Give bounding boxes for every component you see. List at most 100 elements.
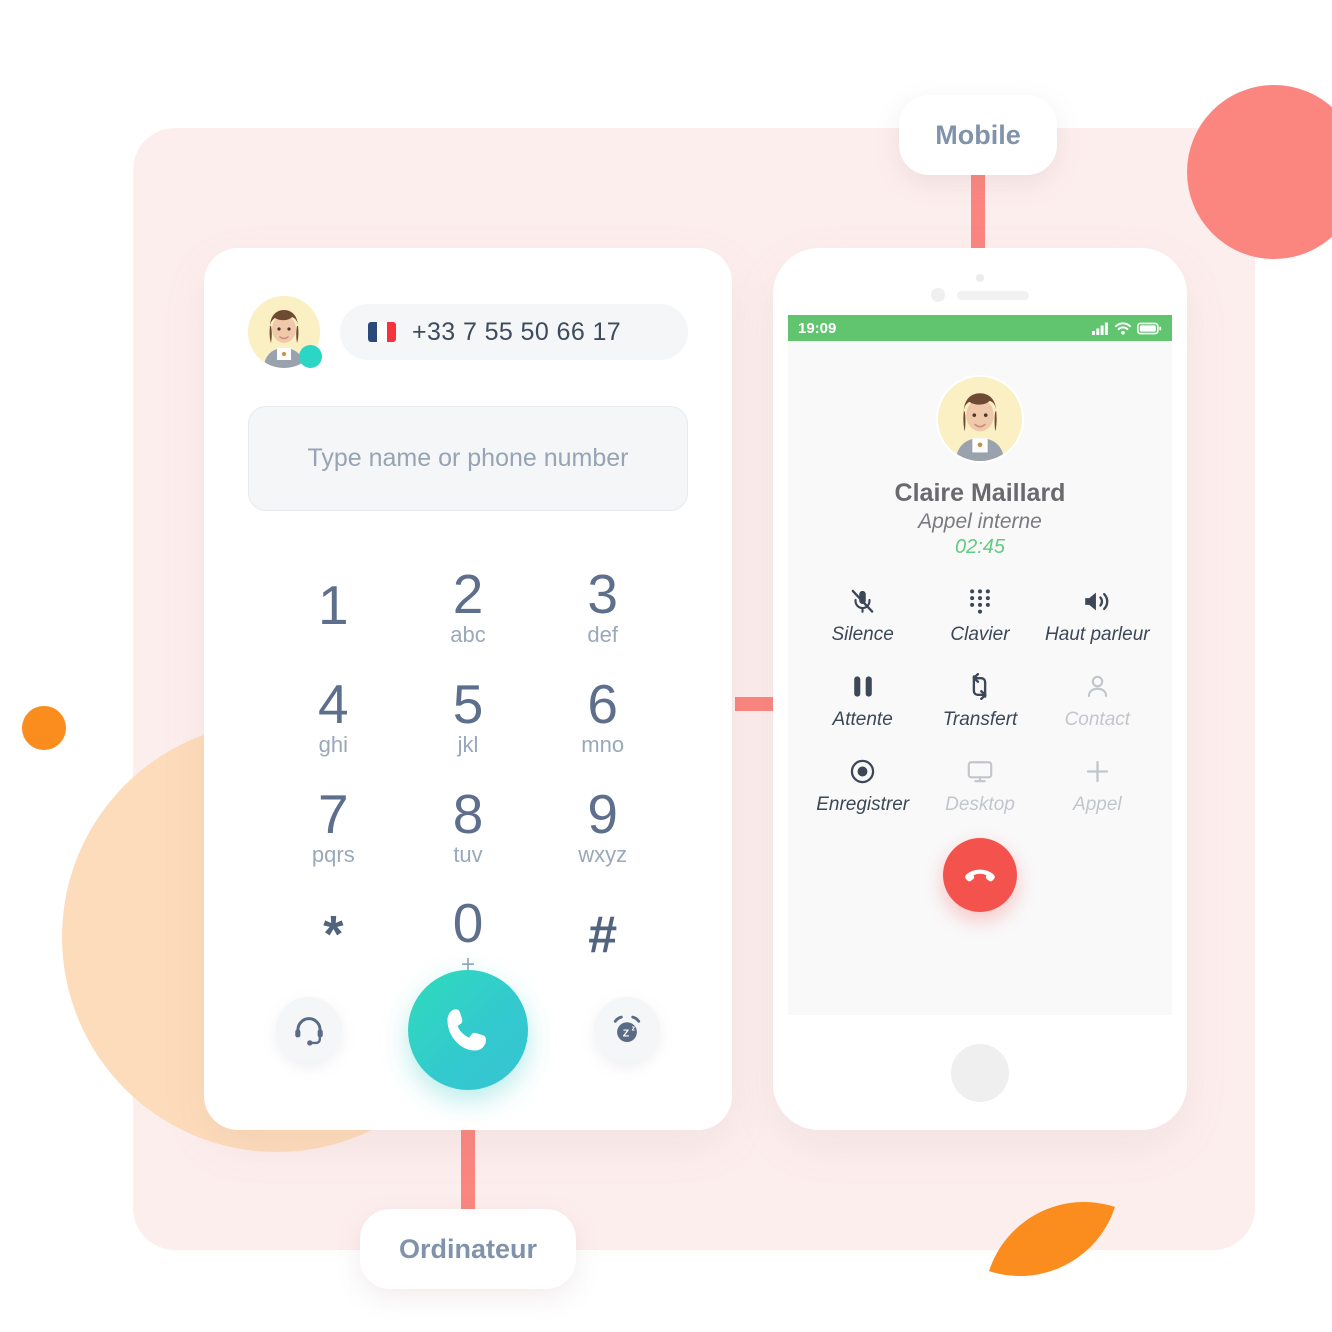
status-bar: 19:09	[788, 315, 1172, 341]
control-silence[interactable]: Silence	[804, 585, 921, 646]
dialpad-key-star[interactable]: *	[266, 889, 401, 983]
status-badge	[299, 345, 322, 368]
avatar	[248, 296, 322, 368]
control-label: Haut parleur	[1045, 624, 1150, 645]
mobile-phone-frame: 19:09 Claire Maillard Appel interne 02:4…	[773, 248, 1187, 1130]
control-transfert[interactable]: Transfert	[921, 670, 1038, 731]
signal-bars-icon	[1092, 322, 1108, 335]
search-input[interactable]	[249, 407, 687, 510]
dialpad-key-7[interactable]: 7 pqrs	[266, 779, 401, 873]
headset-icon	[295, 1017, 323, 1046]
svg-text:Z: Z	[623, 1028, 630, 1040]
dialpad-key-8[interactable]: 8 tuv	[401, 779, 536, 873]
hangup-handset-icon	[965, 869, 995, 882]
connector-between-devices	[735, 697, 775, 711]
phone-screen: 19:09 Claire Maillard Appel interne 02:4…	[788, 315, 1172, 1015]
control-label: Silence	[831, 624, 894, 645]
key-digit: 0	[452, 891, 484, 954]
key-digit: 5	[452, 672, 484, 735]
dialer-footer: Z z	[204, 970, 732, 1090]
dialpad-key-1[interactable]: 1	[266, 559, 401, 653]
person-icon	[1085, 670, 1110, 702]
plus-icon	[1084, 755, 1111, 787]
key-digit: 4	[318, 672, 349, 735]
dialpad-key-hash[interactable]: #	[535, 889, 670, 983]
front-camera-icon	[931, 288, 945, 302]
key-digit: *	[323, 906, 344, 964]
key-digit: 7	[318, 782, 349, 845]
dialpad-key-4[interactable]: 4 ghi	[266, 669, 401, 763]
label-computer[interactable]: Ordinateur	[360, 1209, 576, 1289]
control-label: Clavier	[950, 624, 1010, 645]
snooze-button[interactable]: Z z	[594, 997, 660, 1063]
control-label: Appel	[1073, 794, 1122, 815]
label-computer-text: Ordinateur	[398, 1233, 538, 1264]
pause-icon	[851, 670, 875, 702]
decor-dot-orange	[22, 706, 66, 750]
call-duration: 02:45	[954, 536, 1006, 558]
headset-button[interactable]	[276, 997, 342, 1063]
key-letters: abc	[450, 621, 486, 647]
phone-handset-icon	[447, 1009, 486, 1051]
key-digit: 1	[318, 573, 349, 636]
dialpad-key-2[interactable]: 2 abc	[401, 559, 536, 653]
key-letters: ghi	[318, 731, 348, 757]
phone-number-chip[interactable]: +33 7 55 50 66 17	[340, 304, 688, 360]
dialpad: 1 2 abc 3 def 4 ghi 5 jkl 6 mno 7 pqrs 8…	[266, 559, 670, 983]
connector-computer	[461, 1129, 475, 1213]
key-letters: jkl	[457, 731, 479, 757]
control-contact[interactable]: Contact	[1039, 670, 1156, 731]
earpiece-row	[773, 288, 1187, 302]
speaker-loud-icon	[1083, 585, 1112, 617]
microphone-muted-icon	[849, 585, 876, 617]
speaker-grill	[957, 290, 1029, 300]
control-label: Enregistrer	[816, 794, 910, 815]
call-button[interactable]	[408, 970, 528, 1090]
control-haut-parleur[interactable]: Haut parleur	[1039, 585, 1156, 646]
computer-dialer-card: +33 7 55 50 66 17 1 2 abc 3 def 4 ghi	[204, 248, 732, 1130]
call-controls-grid: Silence Clavier Haut parleur Attente Tra…	[804, 585, 1156, 816]
alarm-snooze-icon: Z z	[613, 1015, 641, 1042]
key-digit: 3	[587, 562, 618, 625]
control-clavier[interactable]: Clavier	[921, 585, 1038, 646]
control-label: Contact	[1064, 709, 1131, 730]
record-icon	[849, 755, 876, 787]
call-type: Appel interne	[918, 510, 1042, 533]
dialer-header: +33 7 55 50 66 17	[204, 248, 732, 368]
dialpad-key-6[interactable]: 6 mno	[535, 669, 670, 763]
svg-text:z: z	[632, 1025, 636, 1032]
phone-number-text: +33 7 55 50 66 17	[412, 317, 622, 346]
search-field-wrapper[interactable]	[248, 406, 688, 511]
hangup-button[interactable]	[943, 838, 1017, 912]
key-letters: def	[587, 621, 618, 647]
control-label: Transfert	[942, 709, 1018, 730]
control-desktop[interactable]: Desktop	[921, 755, 1038, 816]
wifi-icon	[1115, 321, 1131, 334]
key-digit: #	[588, 906, 618, 964]
control-appel[interactable]: Appel	[1039, 755, 1156, 816]
dialpad-key-0[interactable]: 0 +	[401, 889, 536, 983]
key-digit: 6	[587, 672, 618, 735]
dialpad-key-9[interactable]: 9 wxyz	[535, 779, 670, 873]
avatar-portrait-icon	[938, 377, 1022, 461]
label-mobile[interactable]: Mobile	[899, 95, 1057, 175]
status-bar-icons	[1092, 321, 1162, 335]
dialpad-key-3[interactable]: 3 def	[535, 559, 670, 653]
control-attente[interactable]: Attente	[804, 670, 921, 731]
home-button[interactable]	[951, 1044, 1009, 1102]
connector-mobile	[971, 172, 985, 254]
dialpad-key-5[interactable]: 5 jkl	[401, 669, 536, 763]
transfer-arrows-icon	[967, 670, 992, 702]
key-digit: 8	[452, 782, 484, 845]
front-sensor-icon	[976, 274, 984, 282]
key-letters: wxyz	[578, 841, 628, 867]
monitor-icon	[966, 755, 994, 787]
control-enregistrer[interactable]: Enregistrer	[804, 755, 921, 816]
key-letters: tuv	[453, 841, 483, 867]
flag-france-icon	[368, 322, 396, 342]
key-letters: pqrs	[311, 841, 355, 867]
control-label: Desktop	[945, 794, 1015, 815]
scene-root: +33 7 55 50 66 17 1 2 abc 3 def 4 ghi	[0, 0, 1332, 1332]
key-digit: 2	[452, 562, 484, 625]
active-call-info: Claire Maillard Appel interne 02:45	[788, 341, 1172, 559]
